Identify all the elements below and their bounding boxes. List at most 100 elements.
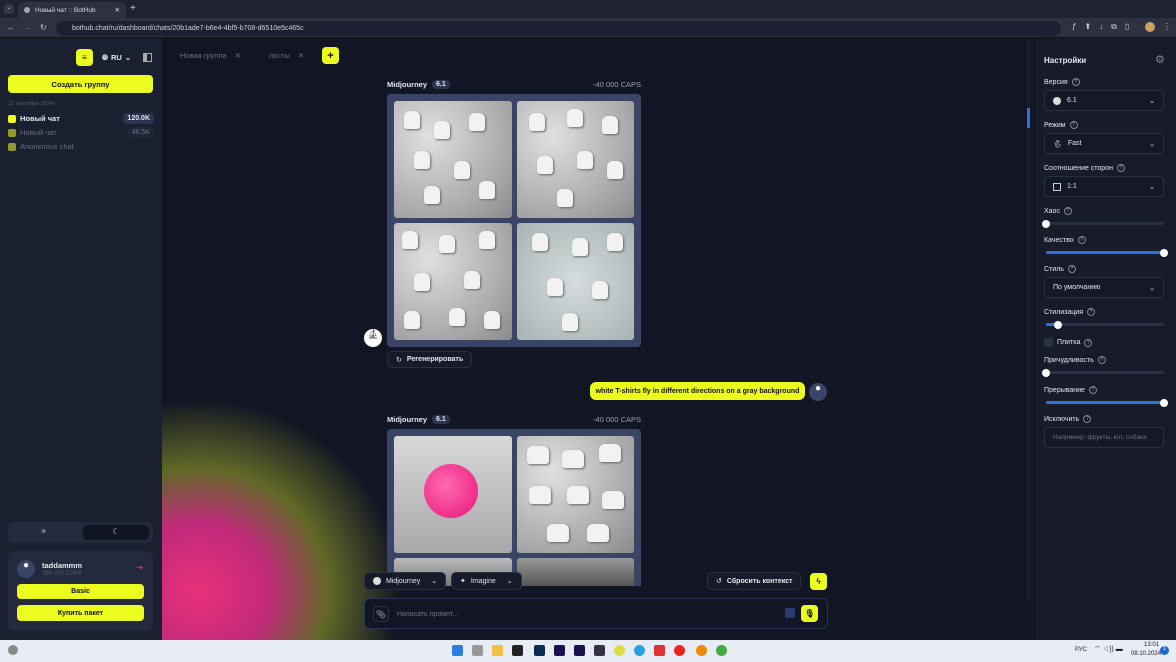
media-encoder-icon[interactable] — [554, 645, 565, 656]
reload-icon[interactable]: ↻ — [40, 23, 47, 32]
stop-label: Прерывание? — [1044, 386, 1097, 394]
mode-select-settings[interactable]: 🐇︎ Fast ⌄ — [1044, 133, 1164, 154]
regenerate-button[interactable]: ↻ Регенерировать — [387, 351, 473, 368]
chat-item[interactable]: Новый чат 46.5K — [8, 126, 154, 139]
version-select[interactable]: 6.1 ⌄ — [1044, 90, 1164, 111]
sun-icon[interactable]: ☀ — [40, 527, 47, 536]
back-icon[interactable]: ← — [7, 23, 15, 32]
app-icon[interactable] — [512, 645, 523, 656]
help-icon[interactable]: ? — [1116, 164, 1125, 172]
help-icon[interactable]: ? — [1097, 356, 1106, 364]
search-icon[interactable] — [472, 645, 483, 656]
tile-checkbox[interactable] — [1044, 338, 1053, 347]
widgets-icon[interactable] — [8, 645, 18, 655]
chat-item[interactable]: Новый чат 120.0K — [8, 112, 154, 125]
reset-context-button[interactable]: ↺ Сбросить контекст — [707, 572, 802, 590]
exclude-input[interactable] — [1044, 427, 1164, 448]
microphone-button[interactable]: 🎙︎ — [801, 605, 818, 622]
browser-tab[interactable]: Новый чат :: BotHub ✕ — [18, 2, 126, 18]
opera-icon[interactable] — [674, 645, 685, 656]
generated-image[interactable] — [394, 101, 512, 218]
chat-icon — [8, 114, 16, 123]
tray-lang[interactable]: РУС — [1075, 647, 1087, 653]
menu-button[interactable]: ≡ — [76, 49, 93, 66]
attach-icon[interactable]: 📎︎ — [373, 606, 389, 622]
style-select[interactable]: По умолчанию ⌄ — [1044, 277, 1164, 298]
slider-knob[interactable] — [1042, 219, 1050, 228]
create-group-button[interactable]: Создать группу — [8, 75, 153, 93]
profile-avatar[interactable] — [1145, 22, 1155, 32]
blender-icon[interactable] — [696, 645, 707, 656]
version-label: Версия? — [1044, 78, 1080, 86]
lightning-button[interactable]: ϟ — [810, 573, 827, 590]
help-icon[interactable]: ? — [1084, 338, 1093, 347]
help-icon[interactable]: ? — [1063, 207, 1072, 215]
tile-option[interactable]: Плитка? — [1044, 338, 1093, 347]
sparkle-icon: ✦ — [460, 578, 466, 585]
slider-knob[interactable] — [1160, 398, 1168, 407]
add-tab-button[interactable]: + — [322, 47, 339, 64]
menu-icon[interactable]: ⋮ — [1163, 22, 1171, 31]
generated-image[interactable] — [516, 436, 634, 553]
start-icon[interactable] — [452, 645, 463, 656]
close-tab-icon[interactable]: ✕ — [115, 6, 120, 14]
help-icon[interactable]: ? — [1067, 265, 1076, 273]
url-field[interactable]: bothub.chat/ru/dashboard/chats/20b1ade7-… — [56, 21, 1061, 36]
help-icon[interactable]: ? — [1071, 78, 1080, 86]
help-icon[interactable]: ? — [1083, 415, 1092, 423]
slider-knob[interactable] — [1053, 320, 1062, 329]
notification-badge[interactable]: 1 — [1160, 646, 1169, 655]
slider-knob[interactable] — [1160, 248, 1168, 257]
collapse-sidebar-icon[interactable] — [143, 53, 152, 62]
slider-knob[interactable] — [1042, 368, 1050, 377]
moon-icon[interactable]: ☾ — [83, 525, 149, 540]
plan-button[interactable]: Basic — [17, 584, 144, 599]
generated-image[interactable] — [516, 223, 634, 340]
help-icon[interactable]: ? — [1077, 236, 1086, 244]
quality-slider[interactable] — [1046, 248, 1168, 257]
after-effects-icon[interactable] — [574, 645, 585, 656]
buy-package-button[interactable]: Купить пакет — [17, 605, 144, 621]
help-icon[interactable]: ? — [1088, 386, 1097, 394]
extensions-icon[interactable]: ƒ⬆↓⧉▯ — [1072, 22, 1137, 32]
photoshop-icon[interactable] — [534, 645, 545, 656]
gear-icon[interactable]: ⚙ — [1155, 53, 1165, 66]
generated-image[interactable] — [516, 101, 634, 218]
theme-toggle[interactable]: ☀ ☾ — [8, 522, 153, 543]
logout-icon[interactable]: ⇥ — [136, 563, 143, 572]
prompt-input[interactable] — [397, 607, 777, 621]
aspect-select[interactable]: 1:1 ⌄ — [1044, 176, 1164, 197]
explorer-icon[interactable] — [492, 645, 503, 656]
close-icon[interactable]: ✕ — [235, 51, 241, 60]
chaos-slider[interactable] — [1042, 219, 1164, 228]
app-icon[interactable] — [594, 645, 605, 656]
avatar: ● — [17, 560, 35, 578]
tab-new-group[interactable]: Новая группа ✕ — [180, 51, 241, 60]
app-icon[interactable] — [654, 645, 665, 656]
stop-slider[interactable] — [1046, 398, 1168, 407]
tab-posts[interactable]: посты ✕ — [269, 51, 304, 60]
tab-list-button[interactable]: ⌄ — [4, 4, 14, 14]
tray-icons[interactable]: ⌔ ◁)) ▬ — [1094, 645, 1123, 654]
model-select[interactable]: Midjourney ⌄ — [364, 572, 447, 590]
clock-time[interactable]: 13:01 — [1144, 642, 1159, 648]
generated-image[interactable] — [394, 223, 512, 340]
help-icon[interactable]: ? — [1086, 308, 1095, 316]
stylize-slider[interactable] — [1046, 320, 1164, 329]
chrome-icon[interactable] — [614, 645, 625, 656]
chrome-active-icon[interactable] — [716, 645, 727, 656]
generated-image[interactable] — [394, 436, 512, 553]
weird-slider[interactable] — [1042, 368, 1164, 377]
help-icon[interactable]: ? — [1069, 121, 1078, 129]
clock-date[interactable]: 08.10.2024 — [1131, 651, 1161, 657]
new-tab-button[interactable]: + — [130, 3, 136, 14]
language-select[interactable]: 🌐︎ RU ⌄ — [102, 53, 131, 63]
close-icon[interactable]: ✕ — [298, 51, 304, 60]
chat-item[interactable]: Anonimous chat — [8, 140, 154, 153]
scrollbar[interactable] — [1027, 40, 1030, 600]
generated-image[interactable] — [516, 558, 634, 586]
telegram-icon[interactable] — [634, 645, 645, 656]
format-icon[interactable] — [785, 608, 795, 618]
forward-icon[interactable]: → — [24, 23, 32, 32]
mode-select[interactable]: ✦ Imagine ⌄ — [451, 572, 522, 590]
